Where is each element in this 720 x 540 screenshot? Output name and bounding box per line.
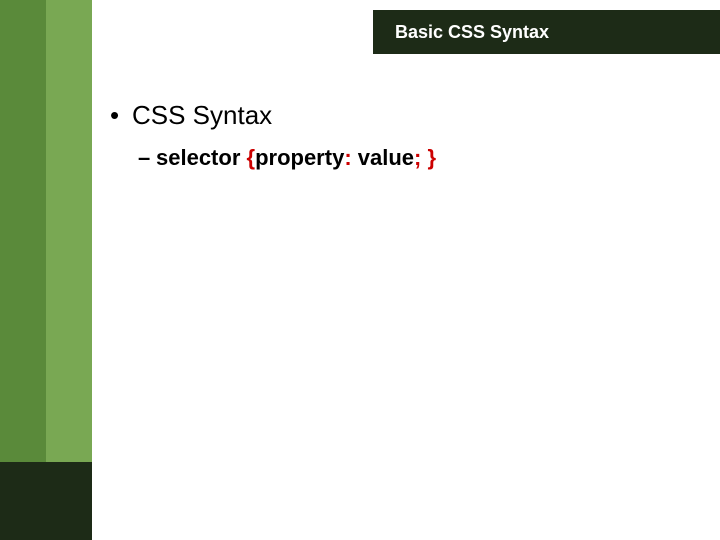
bullet-text: CSS Syntax <box>132 100 272 131</box>
slide-title: Basic CSS Syntax <box>395 22 549 43</box>
syntax-line: selector {property: value; } <box>156 145 436 171</box>
syntax-selector: selector <box>156 145 247 170</box>
syntax-brace-open: { <box>247 145 256 170</box>
sidebar-stripe-outer <box>0 0 46 540</box>
sidebar-stripe-inner <box>46 0 92 540</box>
syntax-property: property <box>255 145 344 170</box>
subbullet-item: – selector {property: value; } <box>138 145 700 171</box>
slide-title-bar: Basic CSS Syntax <box>373 10 720 54</box>
dash-icon: – <box>138 145 156 171</box>
sidebar-bottom-block <box>0 462 92 540</box>
syntax-colon: : <box>344 145 357 170</box>
syntax-brace-close: } <box>427 145 436 170</box>
syntax-value: value <box>358 145 414 170</box>
bullet-icon: • <box>110 100 132 131</box>
slide-content: • CSS Syntax – selector {property: value… <box>110 100 700 171</box>
syntax-semicolon: ; <box>414 145 427 170</box>
bullet-item: • CSS Syntax <box>110 100 700 131</box>
